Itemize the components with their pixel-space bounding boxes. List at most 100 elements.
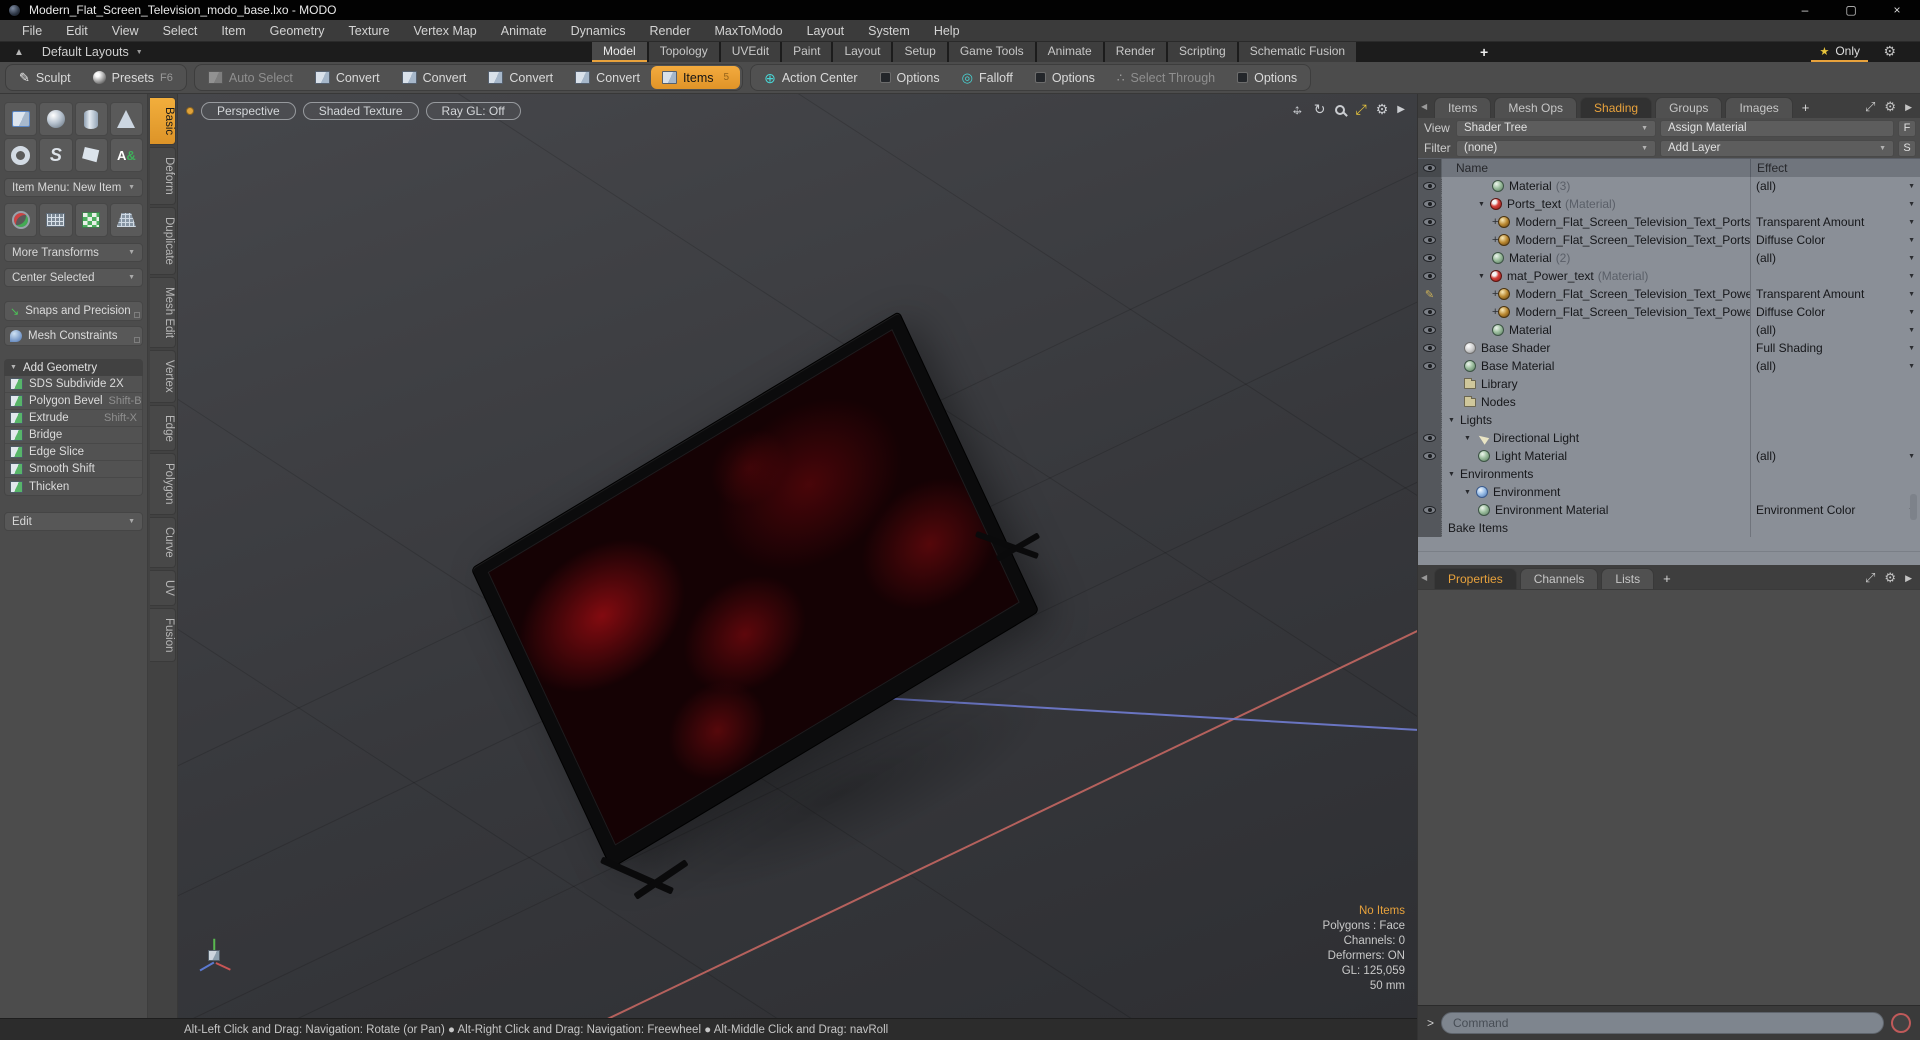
effect-cell[interactable]: ▼ [1750,393,1920,411]
expander-triangle-icon[interactable]: ▼ [1464,489,1476,496]
s-button[interactable]: S [1898,139,1916,157]
visibility-cell[interactable]: ✎ [1418,447,1442,465]
geometry-tool-item[interactable]: Smooth Shift [5,461,142,478]
visibility-cell[interactable]: ✎ [1418,411,1442,429]
visibility-cell[interactable]: ✎ [1418,357,1442,375]
workspace-tab[interactable]: Setup [893,42,947,62]
panel-tab[interactable]: Properties [1434,568,1517,589]
menu-item[interactable]: Animate [489,24,559,38]
viewport-menu-arrow-icon[interactable]: ▶ [1397,104,1405,115]
tree-scrollbar-thumb[interactable] [1910,494,1917,520]
tool-category-tab[interactable]: Curve [150,516,176,568]
workspace-tab[interactable]: Model [592,42,647,62]
command-input[interactable] [1441,1012,1884,1034]
command-history-button[interactable] [1891,1013,1911,1033]
add-geometry-header[interactable]: ▼ Add Geometry [4,359,143,376]
menu-item[interactable]: Dynamics [559,24,638,38]
toolbar-button[interactable]: ∴ Select Through [1106,66,1226,89]
pen-tool-button[interactable] [74,138,108,172]
tool-category-tab[interactable]: Vertex [150,349,176,403]
visibility-cell[interactable]: ✎ [1418,393,1442,411]
effect-cell[interactable]: (all) ▼ [1750,321,1920,339]
toolbar-button[interactable]: Options [869,66,951,89]
gear-icon[interactable]: ⚙ [1883,43,1896,60]
effect-cell[interactable]: ▼ [1750,465,1920,483]
shader-tree-row[interactable]: ✎ ▼ + Modern_Flat_Screen_Television_Text… [1418,213,1920,231]
expander-triangle-icon[interactable]: ▼ [1478,201,1490,208]
orbit-icon[interactable]: ↻ [1314,101,1326,118]
mesh-constraints-button[interactable]: Mesh Constraints [4,326,143,346]
visibility-cell[interactable]: ✎ [1418,231,1442,249]
shader-tree-row[interactable]: ✎ ▼ + Light Material (all) ▼ [1418,447,1920,465]
shader-tree-row[interactable]: ✎ ▼ + Nodes ▼ [1418,393,1920,411]
default-layouts-dropdown[interactable]: Default Layouts ▼ [42,45,143,59]
shader-tree-row[interactable]: ✎ ▼ + Material (2) (all) ▼ [1418,249,1920,267]
selection-mode-button[interactable]: Convert [564,66,651,89]
panel-gear-icon[interactable]: ⚙ [1884,570,1896,586]
selection-mode-button[interactable]: Convert [391,66,478,89]
shader-tree-row[interactable]: ✎ ▼ + Library ▼ [1418,375,1920,393]
toolbar-button[interactable]: ✎ Sculpt [8,66,82,89]
effect-cell[interactable]: ▼ [1750,483,1920,501]
expand-panel-icon[interactable]: ⤢ [1865,570,1875,586]
panel-tab[interactable]: Lists [1601,568,1655,589]
uv-checker-button[interactable] [74,203,108,237]
visibility-cell[interactable]: ✎ [1418,177,1442,195]
visibility-cell[interactable]: ✎ [1418,267,1442,285]
menu-item[interactable]: Select [151,24,210,38]
perspective-grid-button[interactable] [109,203,143,237]
minimize-button[interactable]: – [1782,0,1828,20]
workspace-tab[interactable]: Topology [648,42,719,62]
expander-triangle-icon[interactable]: ▼ [1478,273,1490,280]
workspace-tab[interactable]: Game Tools [948,42,1035,62]
selection-mode-button[interactable]: Items 5 [650,66,741,89]
panel-menu-arrow-icon[interactable]: ▶ [1905,573,1912,584]
viewport-3d[interactable]: + Perspective Shaded Texture Ray GL: Off… [178,94,1417,1018]
panel-tab[interactable]: Mesh Ops [1494,97,1578,118]
pin-layout-icon[interactable]: ▲ [14,47,24,58]
viewport-settings-gear-icon[interactable]: ⚙ [1376,101,1389,118]
view-dropdown[interactable]: Shader Tree ▼ [1456,119,1656,137]
selection-mode-button[interactable]: Convert [304,66,391,89]
menu-item[interactable]: Vertex Map [402,24,489,38]
visibility-cell[interactable]: ✎ [1418,375,1442,393]
workspace-tab[interactable]: Layout [833,42,892,62]
effect-cell[interactable]: Transparent Amount ▼ [1750,213,1920,231]
tool-category-tab[interactable]: Edge [150,404,176,452]
effect-cell[interactable]: ▼ [1750,267,1920,285]
visibility-cell[interactable]: ✎ [1418,519,1442,537]
panel-menu-arrow-icon[interactable]: ▶ [1905,102,1912,113]
snaps-and-precision-button[interactable]: ↘ Snaps and Precision [4,301,143,321]
tool-category-tab[interactable]: Fusion [150,607,176,663]
effect-cell[interactable]: (all) ▼ [1750,357,1920,375]
toolbar-button[interactable]: Options [1226,66,1308,89]
maximize-button[interactable]: ▢ [1828,0,1874,20]
effect-cell[interactable]: Diffuse Color ▼ [1750,303,1920,321]
scroll-tabs-left-icon[interactable]: ◀ [1421,102,1427,111]
helix-tool-button[interactable]: S [39,138,73,172]
effect-cell[interactable]: Transparent Amount ▼ [1750,285,1920,303]
workspace-tab[interactable]: UVEdit [720,42,781,62]
perspective-button[interactable]: Perspective [201,102,296,120]
toolbar-button[interactable]: ⊕ Action Center [753,66,868,89]
tool-category-tab[interactable]: Basic [150,97,176,146]
shader-tree-row[interactable]: ✎ ▼ + Environments ▼ [1418,465,1920,483]
shader-tree-row[interactable]: ✎ ▼ + Lights ▼ [1418,411,1920,429]
menu-item[interactable]: Help [922,24,972,38]
assign-material-button[interactable]: Assign Material [1660,119,1894,137]
effect-cell[interactable]: ▼ [1750,375,1920,393]
transform-tool-button[interactable] [4,203,38,237]
geometry-tool-item[interactable]: Polygon Bevel Shift-B [5,393,142,410]
shader-tree-row[interactable]: ✎ ▼ + Material (all) ▼ [1418,321,1920,339]
toolbar-button[interactable]: ◎ Falloff [951,66,1024,89]
shader-tree-row[interactable]: ✎ ▼ + Base Shader Full Shading ▼ [1418,339,1920,357]
tool-category-tab[interactable]: Deform [150,147,176,205]
zoom-icon[interactable] [1334,104,1345,115]
effect-cell[interactable]: (all) ▼ [1750,177,1920,195]
menu-item[interactable]: Edit [54,24,100,38]
sphere-tool-button[interactable] [39,102,73,136]
panel-tab[interactable]: Shading [1580,97,1653,118]
cone-tool-button[interactable] [109,102,143,136]
workspace-tab[interactable]: Paint [782,42,832,62]
selection-mode-button[interactable]: Auto Select [197,66,304,89]
